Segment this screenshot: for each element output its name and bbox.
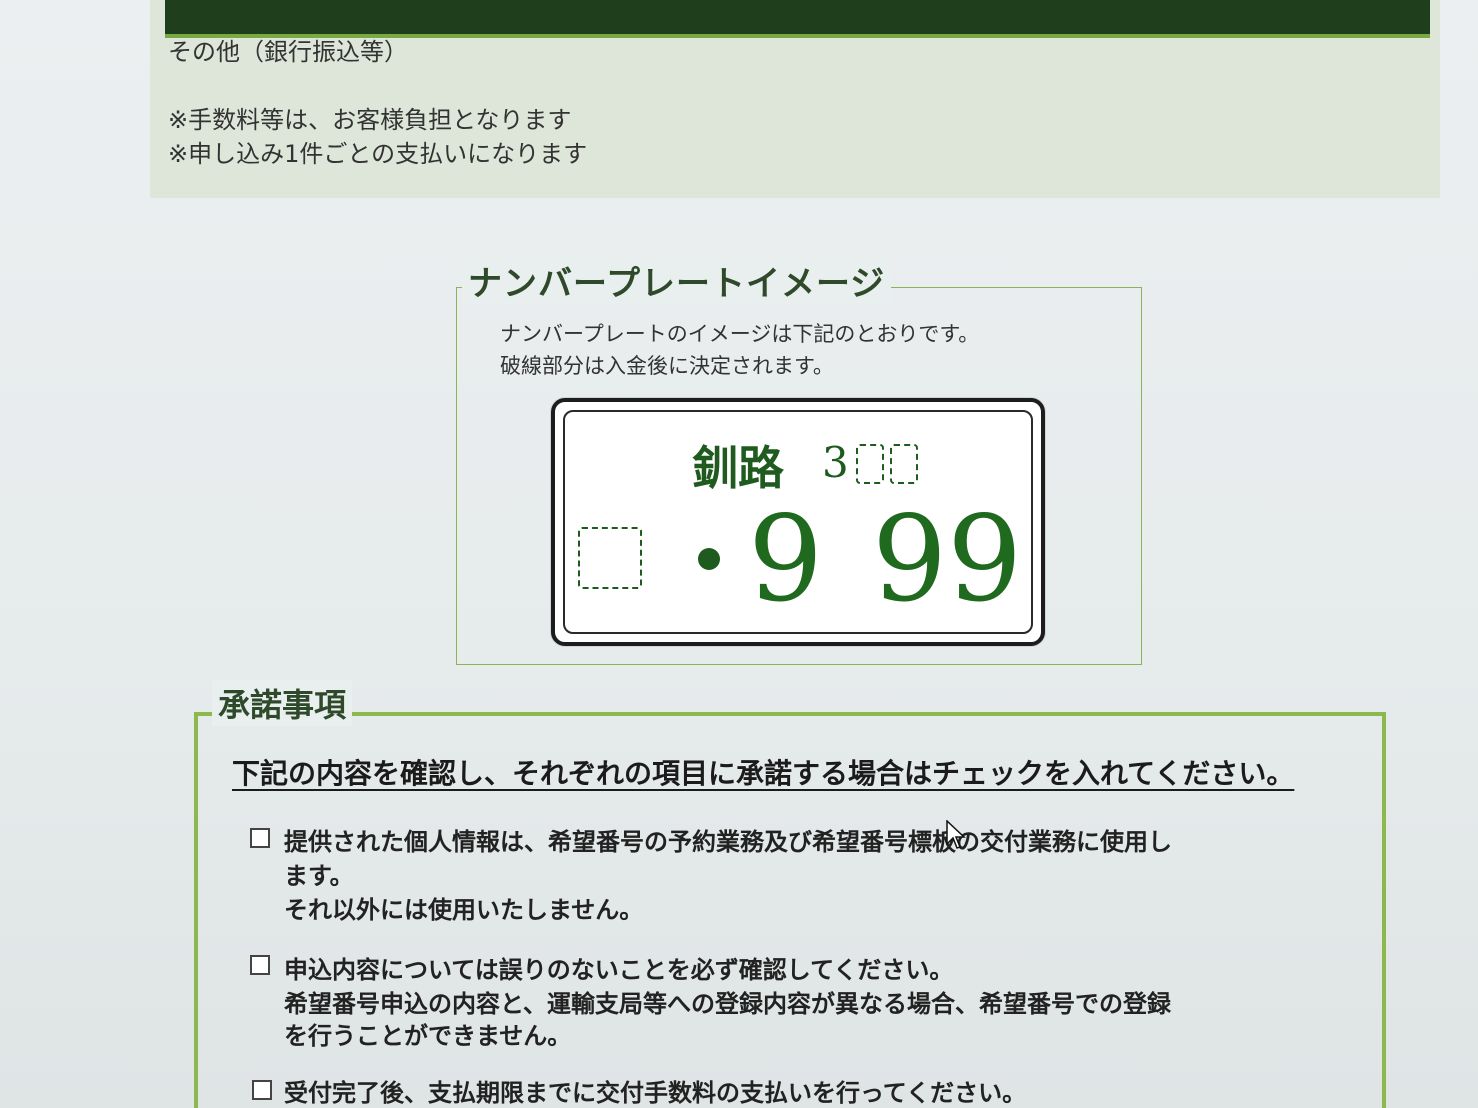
consent-checkbox-confirm-details[interactable] — [250, 955, 270, 975]
plate-class-placeholder-1 — [856, 444, 884, 484]
consent-item-privacy-line3: それ以外には使用いたしません。 — [284, 896, 644, 924]
payment-note-fee: ※手数料等は、お客様負担となります — [168, 106, 572, 134]
plate-digit-1: 9 — [748, 490, 824, 628]
plate-digits-34: 99 — [872, 490, 1023, 628]
consent-checkbox-payment-deadline[interactable] — [252, 1080, 272, 1100]
plate-region-name: 釧路 — [692, 441, 784, 495]
consent-title: 承諾事項 — [212, 680, 353, 726]
consent-checkbox-privacy[interactable] — [250, 828, 270, 848]
consent-item-confirm-line1: 申込内容については誤りのないことを必ず確認してください。 — [284, 956, 954, 984]
consent-item-payment-line1: 受付完了後、支払期限までに交付手数料の支払いを行ってください。 — [284, 1079, 1027, 1107]
plate-class-placeholder-2 — [890, 444, 918, 484]
consent-item-privacy-line1: 提供された個人情報は、希望番号の予約業務及び希望番号標板の交付業務に使用し — [284, 828, 1172, 856]
plate-class-prefix: 3 — [822, 438, 849, 487]
plate-image-title: ナンバープレートイメージ — [462, 256, 892, 305]
consent-item-confirm-line3: を行うことができません。 — [284, 1022, 572, 1050]
payment-note-per-application: ※申し込み1件ごとの支払いになります — [168, 140, 588, 168]
plate-kana-placeholder — [578, 527, 642, 589]
plate-image-description: ナンバープレートのイメージは下記のとおりです。 — [500, 322, 980, 346]
consent-item-confirm-line2: 希望番号申込の内容と、運輸支局等への登録内容が異なる場合、希望番号での登録 — [284, 990, 1172, 1018]
payment-method-other: その他（銀行振込等） — [168, 38, 408, 66]
mouse-pointer-icon — [946, 820, 966, 849]
plate-dot — [698, 548, 720, 570]
page: その他（銀行振込等） ※手数料等は、お客様負担となります ※申し込み1件ごとの支… — [0, 0, 1478, 1108]
consent-item-privacy-line2: ます。 — [284, 862, 354, 890]
consent-instruction: 下記の内容を確認し、それぞれの項目に承諾する場合はチェックを入れてください。 — [232, 757, 1295, 790]
plate-image-note: 破線部分は入金後に決定されます。 — [500, 354, 834, 378]
